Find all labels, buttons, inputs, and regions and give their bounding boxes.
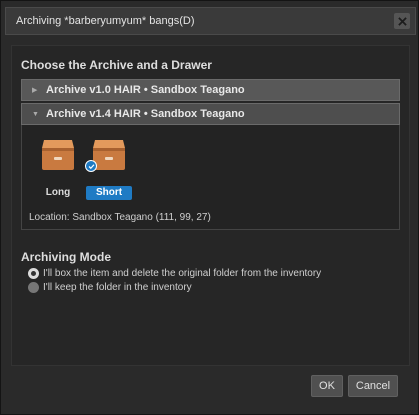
window-title: Archiving *barberyumyum* bangs(D) — [16, 15, 195, 27]
radio-button[interactable] — [28, 268, 39, 279]
dialog-body: Choose the Archive and a Drawer ▶ Archiv… — [11, 45, 410, 366]
mode-option-keep-folder[interactable]: I'll keep the folder in the inventory — [28, 282, 192, 293]
cancel-button[interactable]: Cancel — [348, 375, 398, 397]
archive-item-label: Archive v1.4 HAIR • Sandbox Teagano — [46, 108, 245, 120]
drawer-short[interactable]: Short — [85, 136, 132, 200]
archive-list: ▶ Archive v1.0 HAIR • Sandbox Teagano ▼ … — [21, 79, 400, 230]
ok-button[interactable]: OK — [311, 375, 343, 397]
mode-option-label: I'll box the item and delete the origina… — [43, 268, 322, 279]
archive-section-heading: Choose the Archive and a Drawer — [21, 58, 212, 72]
drawer-label-long: Long — [45, 187, 71, 198]
drawer-label-short: Short — [86, 186, 132, 200]
chevron-down-icon: ▼ — [32, 110, 39, 118]
drawer-long[interactable]: Long — [39, 136, 77, 198]
archive-item-label: Archive v1.0 HAIR • Sandbox Teagano — [46, 84, 245, 96]
mode-section-heading: Archiving Mode — [21, 250, 112, 264]
archiving-dialog: Archiving *barberyumyum* bangs(D) Choose… — [0, 0, 419, 415]
close-icon — [397, 16, 407, 26]
checkmark-icon — [85, 160, 97, 172]
mode-option-box-delete[interactable]: I'll box the item and delete the origina… — [28, 268, 321, 279]
chevron-right-icon: ▶ — [32, 87, 38, 94]
archive-item-v1-0[interactable]: ▶ Archive v1.0 HAIR • Sandbox Teagano — [21, 79, 400, 101]
radio-button[interactable] — [28, 282, 39, 293]
location-text: Location: Sandbox Teagano (111, 99, 27) — [29, 212, 211, 223]
title-bar[interactable]: Archiving *barberyumyum* bangs(D) — [5, 7, 416, 35]
mode-option-label: I'll keep the folder in the inventory — [43, 282, 192, 293]
drawer-icon — [42, 140, 74, 170]
archive-item-v1-4[interactable]: ▼ Archive v1.4 HAIR • Sandbox Teagano — [21, 103, 400, 125]
close-button[interactable] — [394, 13, 410, 29]
